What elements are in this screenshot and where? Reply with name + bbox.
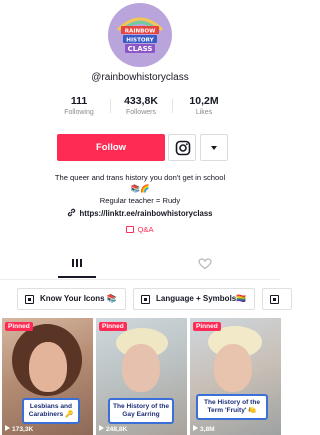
- playlist-chip[interactable]: [262, 288, 292, 310]
- qa-link[interactable]: Q&A: [0, 225, 280, 234]
- profile-link-text: https://linktr.ee/rainbowhistoryclass: [79, 209, 213, 218]
- avatar[interactable]: RAINBOW HISTORY CLASS: [108, 3, 172, 67]
- stat-label: Likes: [195, 109, 213, 116]
- svg-text:RAINBOW: RAINBOW: [125, 29, 156, 35]
- stat-value: 111: [70, 95, 88, 107]
- grid-icon[interactable]: [71, 259, 83, 269]
- playlist-icon: [270, 295, 279, 304]
- follow-button[interactable]: Follow: [57, 134, 165, 161]
- pinned-badge: Pinned: [99, 322, 127, 331]
- bio-emoji-line: 📚🌈: [130, 184, 150, 193]
- rainbow-history-class-logo: RAINBOW HISTORY CLASS: [116, 17, 164, 53]
- instagram-button[interactable]: [168, 134, 196, 161]
- playlist-icon: [141, 295, 150, 304]
- video-thumbnail[interactable]: Pinned The History of the Term 'Fruity' …: [190, 318, 281, 435]
- view-count-text: 248,8K: [106, 426, 128, 433]
- bio-line: The queer and trans history you don't ge…: [54, 173, 226, 182]
- bio-teacher-line: Regular teacher = Rudy: [99, 196, 181, 205]
- video-caption: The History of the Term 'Fruity' 🍋: [196, 394, 268, 420]
- view-count: 173,3K: [5, 425, 33, 433]
- divider: [0, 279, 280, 280]
- qa-label: Q&A: [137, 225, 154, 234]
- view-count: 248,8K: [99, 425, 127, 433]
- play-icon: [5, 425, 10, 431]
- stat-value: 10,2M: [189, 95, 219, 107]
- svg-text:HISTORY: HISTORY: [126, 38, 154, 44]
- liked-heart-icon[interactable]: [198, 258, 212, 270]
- more-options-button[interactable]: [200, 134, 228, 161]
- view-count: 3,8M: [193, 425, 215, 433]
- video-thumbnail[interactable]: Pinned The History of the Gay Earring 24…: [96, 318, 187, 435]
- username: @rainbowhistoryclass: [91, 72, 189, 83]
- stat-value: 433,8K: [124, 95, 158, 107]
- pinned-badge: Pinned: [193, 322, 221, 331]
- pinned-badge: Pinned: [5, 322, 33, 331]
- playlist-chip[interactable]: Know Your Icons 📚: [17, 288, 126, 310]
- stat-label: Following: [64, 109, 94, 116]
- video-thumbnail[interactable]: Pinned Lesbians and Carabiners 🔑 173,3K: [2, 318, 93, 435]
- playlist-label: Language + Symbols🏳️‍🌈: [156, 294, 247, 303]
- video-caption: Lesbians and Carabiners 🔑: [22, 398, 80, 424]
- play-icon: [193, 425, 198, 431]
- stat-likes[interactable]: 10,2M Likes: [174, 95, 234, 116]
- view-count-text: 173,3K: [12, 426, 34, 433]
- thumbnail-image: [29, 342, 67, 392]
- instagram-icon: [175, 140, 191, 156]
- playlist-label: Know Your Icons 📚: [40, 294, 117, 303]
- thumbnail-image: [122, 344, 160, 392]
- stat-following[interactable]: 111 Following: [49, 95, 109, 116]
- stat-label: Followers: [126, 109, 156, 116]
- caret-down-icon: [211, 146, 217, 150]
- view-count-text: 3,8M: [200, 426, 215, 433]
- playlist-chip[interactable]: Language + Symbols🏳️‍🌈: [133, 288, 255, 310]
- qa-icon: [126, 226, 135, 233]
- play-icon: [99, 425, 104, 431]
- link-icon: [68, 208, 76, 217]
- stat-followers[interactable]: 433,8K Followers: [111, 95, 171, 116]
- tab-selected-indicator: [58, 276, 96, 278]
- profile-tabs: [0, 252, 280, 278]
- stat-divider: [172, 99, 173, 113]
- thumbnail-image: [214, 344, 252, 392]
- profile-link[interactable]: https://linktr.ee/rainbowhistoryclass: [0, 208, 280, 218]
- svg-text:CLASS: CLASS: [128, 45, 153, 53]
- playlist-icon: [25, 295, 34, 304]
- video-caption: The History of the Gay Earring: [108, 398, 174, 424]
